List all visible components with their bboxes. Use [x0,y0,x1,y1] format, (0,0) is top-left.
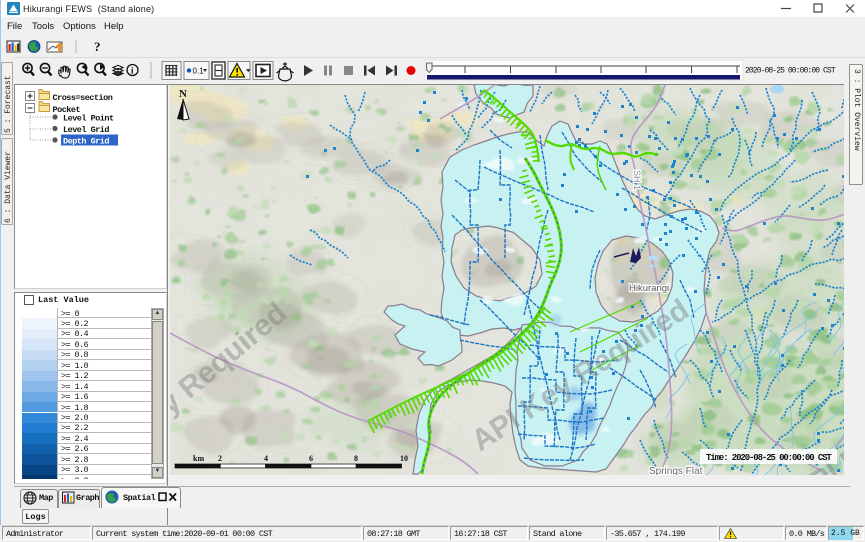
svg-text:Time: 2020-08-25 00:00:00 CST: Time: 2020-08-25 00:00:00 CST [706,453,832,463]
svg-text:SH 1: SH 1 [632,170,642,190]
svg-text:Cross=section: Cross=section [53,93,113,103]
svg-text:6: 6 [309,454,313,463]
svg-text:8: 8 [354,454,358,463]
svg-text:km: km [193,454,204,463]
svg-text:2020-08-25 00:00:00 CST: 2020-08-25 00:00:00 CST [745,67,836,76]
svg-text:i: i [131,66,134,76]
svg-text:Level Point: Level Point [63,114,114,124]
svg-text:Hikurangi: Hikurangi [629,283,669,294]
svg-text:Springs Flat: Springs Flat [649,466,703,475]
svg-text:N: N [179,88,187,100]
svg-text:?: ? [94,39,101,54]
svg-text:Level Grid: Level Grid [63,125,109,135]
svg-text:4: 4 [264,454,268,463]
svg-text:0.1: 0.1 [193,67,205,76]
svg-text:Depth Grid: Depth Grid [63,137,109,147]
svg-text:2: 2 [218,454,222,463]
svg-text:10: 10 [400,454,408,463]
